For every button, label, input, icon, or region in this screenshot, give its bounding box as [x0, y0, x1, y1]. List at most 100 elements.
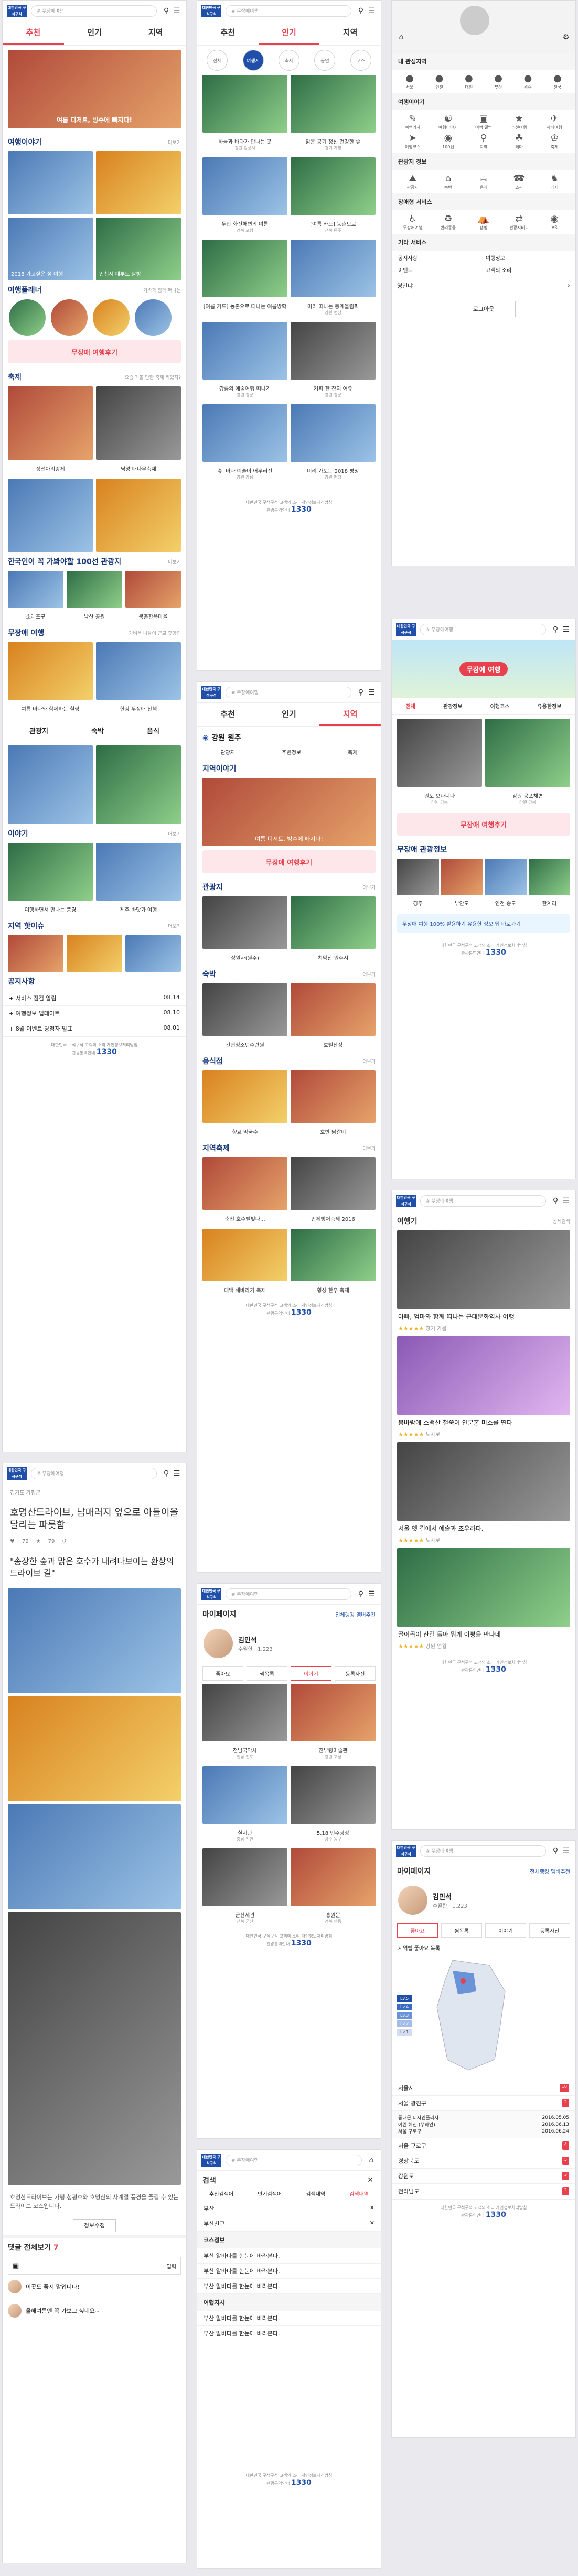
search-icon[interactable]: ⚲	[550, 1846, 561, 1856]
more-link[interactable]: 더보기	[362, 1145, 376, 1152]
search-icon[interactable]: ⚲	[550, 1196, 561, 1206]
tab-region[interactable]: 지역	[319, 21, 381, 45]
region-item[interactable]: ● 부산	[485, 73, 512, 90]
fest-image[interactable]	[202, 1229, 287, 1281]
menu-item[interactable]: ✎ 여행기사	[396, 113, 430, 131]
region-like-item[interactable]: 서울 구로구 4	[392, 2138, 575, 2153]
search-input[interactable]: # 무장애여행	[31, 5, 157, 17]
stay-image[interactable]	[291, 983, 376, 1036]
search-icon[interactable]: ⚲	[161, 1468, 172, 1479]
mypage-image[interactable]	[291, 1684, 376, 1741]
popular-image[interactable]	[202, 75, 287, 133]
local-image[interactable]	[125, 935, 181, 972]
travel-title[interactable]: 골이곱이 산길 돌아 뭐게 이평을 만나네	[392, 1627, 575, 1642]
ranking-link[interactable]: 전체랭킹	[335, 1612, 355, 1618]
travel-image[interactable]	[397, 1442, 570, 1521]
region-item[interactable]: ● 서울	[396, 73, 423, 90]
search-input[interactable]: # 무장애여행	[420, 623, 546, 635]
search-input[interactable]: # 무장애여행	[420, 1195, 546, 1207]
hero-image[interactable]: 여름 디저트, 빙수에 빠지다!	[8, 50, 181, 128]
tourist-image[interactable]	[397, 859, 439, 895]
search-icon[interactable]: ⚲	[161, 6, 172, 16]
close-icon[interactable]: ✕	[365, 2175, 376, 2185]
footer-1330[interactable]: 1330	[97, 1048, 117, 1056]
region-item[interactable]: ● 전국	[544, 73, 571, 90]
tab-likes[interactable]: 좋아요	[202, 1666, 243, 1681]
story-image[interactable]	[96, 151, 181, 214]
course-circle[interactable]	[9, 299, 46, 336]
travel-title[interactable]: 아빠, 엄마와 함께 떠나는 근대문화역사 여행	[392, 1309, 575, 1324]
region-name[interactable]: 강원 원주	[211, 732, 241, 743]
menu-icon[interactable]: ☰	[561, 624, 571, 635]
logo[interactable]: 대한민국 구석구석	[201, 2153, 221, 2167]
footer-links[interactable]: 대한민국 구석구석 고객의 소리 개인정보처리방침	[202, 500, 376, 505]
tourist-image[interactable]	[528, 859, 570, 895]
region-subtab[interactable]: 관광지	[221, 748, 236, 756]
popular-image[interactable]	[291, 404, 376, 462]
k100-image[interactable]	[8, 571, 63, 608]
story-card[interactable]: 인천시 대부도 탐방	[96, 218, 181, 280]
more-link[interactable]: 더보기	[168, 139, 181, 146]
search-input[interactable]: # 무장애여행	[226, 686, 351, 698]
logout-button[interactable]: 로그아웃	[451, 301, 516, 317]
menu-icon[interactable]: ☰	[366, 1589, 377, 1599]
festival-image[interactable]	[8, 479, 93, 552]
menu-item[interactable]: ➤ 여행코스	[396, 133, 430, 150]
menu-icon[interactable]: ☰	[366, 6, 377, 16]
menu-icon[interactable]: ☰	[561, 1196, 571, 1206]
tab-stories[interactable]: 이야기	[291, 1666, 331, 1681]
filter-course[interactable]: 코스	[350, 50, 371, 71]
tab-recommend[interactable]: 추천	[197, 703, 259, 726]
region-subtab[interactable]: 축제	[348, 748, 357, 756]
menu-item[interactable]: ☯ 여행이야기	[432, 113, 465, 131]
search-input[interactable]: # 무장애여행	[31, 1467, 157, 1479]
travel-item[interactable]: 부산 알바다를 한눈에 바라본다.	[197, 2311, 381, 2326]
region-like-item[interactable]: 강원도 3	[392, 2169, 575, 2184]
barrier-tab[interactable]: 여행코스	[490, 702, 510, 710]
travel-title[interactable]: 봄바람에 소백산 철쭉이 연분홍 미소를 띤다	[392, 1415, 575, 1430]
region-like-item[interactable]: 경상북도 5	[392, 2153, 575, 2169]
footer-links[interactable]: 대한민국 구석구석 고객의 소리 개인정보처리방침	[397, 2205, 570, 2211]
region-like-item[interactable]: 서울시 10	[392, 2081, 575, 2096]
tab-recommend[interactable]: 추천	[197, 21, 259, 45]
story-image[interactable]	[8, 151, 93, 214]
menu-icon[interactable]: ☰	[172, 6, 182, 16]
region-hero[interactable]: 여름 디저트, 빙수에 빠지다!	[202, 778, 376, 846]
search-tab[interactable]: 인기검색어	[258, 2190, 282, 2198]
menu-item[interactable]: ☕ 음식	[467, 173, 500, 190]
menu-item[interactable]: ♻ 반려동물	[432, 213, 465, 231]
mypage-image[interactable]	[291, 1848, 376, 1906]
menu-item[interactable]: ♿ 무장애여행	[396, 213, 430, 231]
search-input[interactable]: # 무장애여행	[226, 5, 351, 17]
article-image[interactable]	[8, 1912, 181, 2185]
course-circle[interactable]	[93, 299, 130, 336]
gear-icon[interactable]: ⚙	[561, 32, 571, 42]
korea-map[interactable]	[416, 1955, 531, 2075]
footer-links[interactable]: 대한민국 구석구석 고객의 소리 개인정보처리방침	[397, 943, 570, 948]
travel-image[interactable]	[397, 1336, 570, 1415]
logo[interactable]: 대한민국 구석구석	[396, 1194, 416, 1207]
avatar[interactable]	[398, 1886, 427, 1915]
sort-select[interactable]: 상세검색	[553, 1218, 570, 1225]
mypage-image[interactable]	[202, 1848, 287, 1906]
region-item[interactable]: ● 대전	[455, 73, 483, 90]
etc-item[interactable]: 여행정보	[486, 254, 569, 262]
popular-image[interactable]	[202, 240, 287, 297]
ranking-link[interactable]: 전체랭킹	[530, 1869, 549, 1875]
mypage-image[interactable]	[202, 1684, 287, 1741]
language-select[interactable]: 영인냐	[397, 282, 413, 290]
chevron-right-icon[interactable]: ›	[568, 282, 570, 290]
more-link[interactable]: 더보기	[168, 558, 181, 565]
etc-item[interactable]: 이벤트	[398, 266, 481, 274]
notice-item[interactable]: + 8월 이벤트 당첨자 발표 08.01	[3, 1021, 186, 1036]
tab-photos[interactable]: 등록사진	[529, 1923, 570, 1938]
search-icon[interactable]: ⚲	[356, 1589, 366, 1599]
recent-item[interactable]: 부산 ✕	[197, 2201, 381, 2216]
search-input[interactable]: # 무장애여행	[420, 1845, 546, 1857]
etc-item[interactable]: 공지사항	[398, 254, 481, 262]
etc-item[interactable]: 고객의 소리	[486, 266, 569, 274]
menu-item[interactable]: ⇄ 관광지비교	[502, 213, 536, 231]
home-icon[interactable]: ⌂	[396, 32, 406, 42]
logo[interactable]: 대한민국 구석구석	[396, 1844, 416, 1857]
recommend-link[interactable]: 멤버추천	[551, 1869, 570, 1875]
